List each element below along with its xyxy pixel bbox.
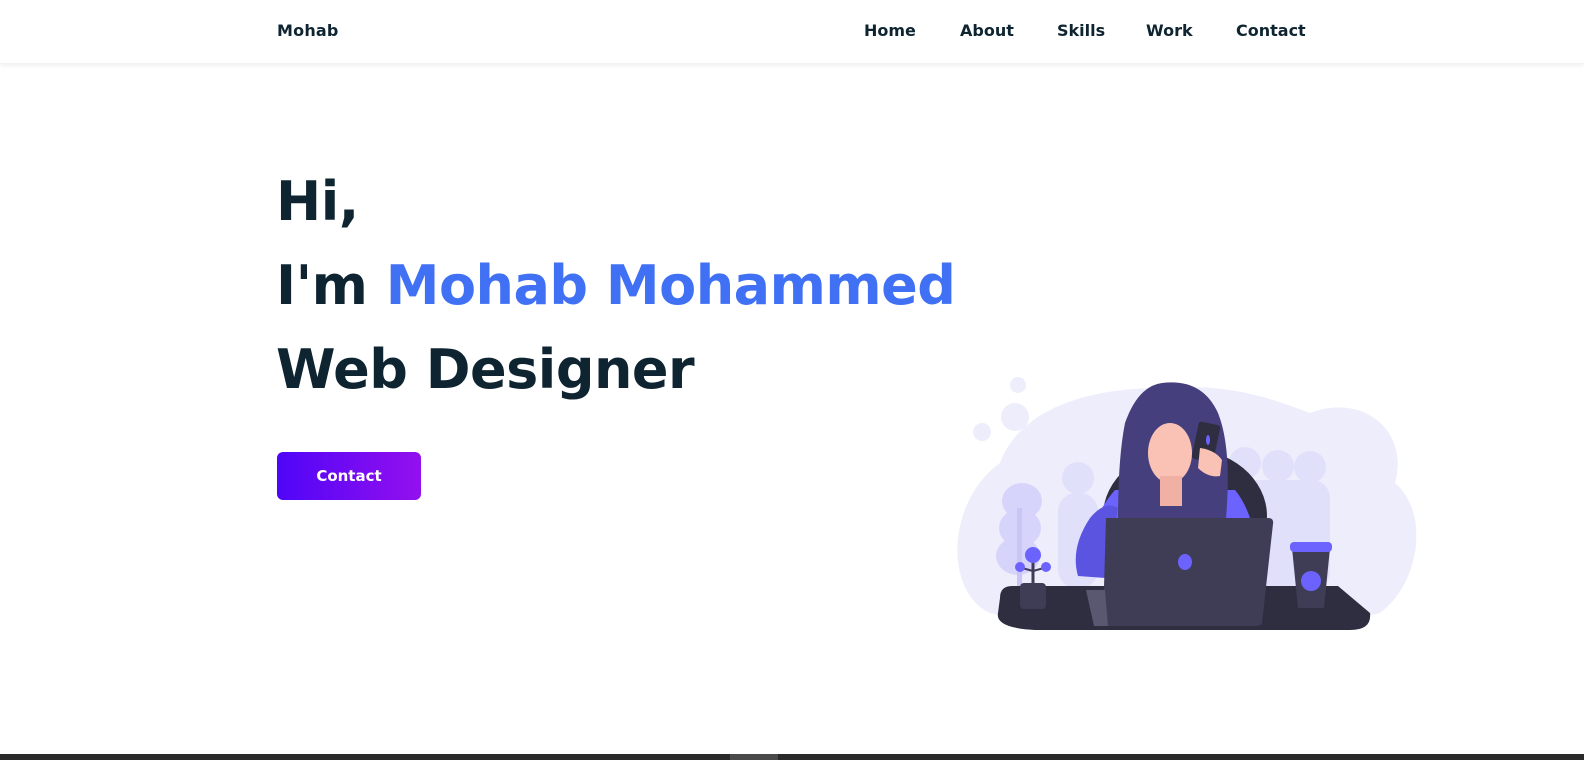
nav-about[interactable]: About (960, 21, 1014, 40)
hero-name: Mohab Mohammed (385, 254, 956, 317)
nav-skills[interactable]: Skills (1057, 21, 1105, 40)
main-nav: Home About Skills Work Contact (0, 0, 1584, 64)
scrollbar-thumb[interactable] (730, 754, 778, 760)
hero-intro: I'm Mohab Mohammed (276, 254, 956, 317)
nav-contact[interactable]: Contact (1236, 21, 1306, 40)
hero-intro-prefix: I'm (276, 254, 386, 317)
illustration-icon (957, 377, 1417, 630)
nav-home[interactable]: Home (864, 21, 916, 40)
hero-greeting: Hi, (276, 170, 359, 233)
contact-button[interactable]: Contact (277, 452, 421, 500)
bottom-scrollbar[interactable] (0, 754, 1584, 760)
hero-role: Web Designer (276, 338, 695, 401)
nav-work[interactable]: Work (1146, 21, 1193, 40)
header: Mohab Home About Skills Work Contact (0, 0, 1584, 64)
page: Mohab Home About Skills Work Contact Hi,… (0, 0, 1584, 760)
